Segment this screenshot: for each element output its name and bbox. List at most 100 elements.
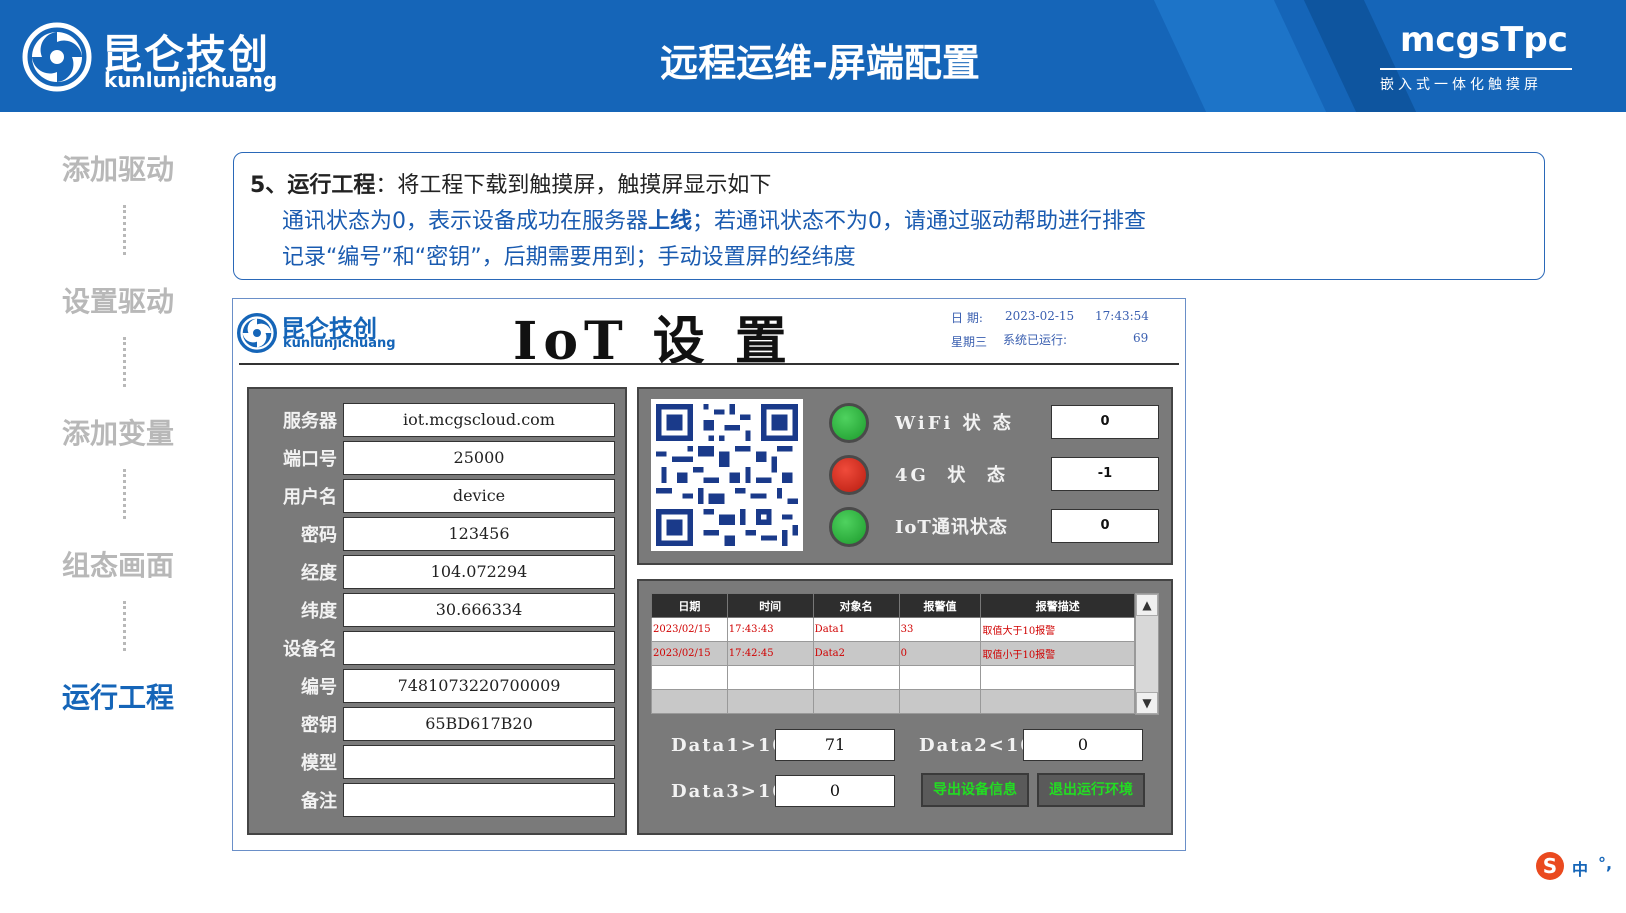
data2-input[interactable]: 0 (1023, 729, 1143, 761)
iot-status-value: 0 (1051, 509, 1159, 543)
column-header: 对象名 (812, 593, 900, 618)
screen-divider (239, 363, 1179, 365)
step-add-driver: 添加驱动 (62, 153, 175, 186)
sogou-ime-icon[interactable]: S (1536, 852, 1564, 880)
screen-logo-en: kunlunjichuang (283, 336, 396, 351)
uptime-label: 系统已运行: (1003, 333, 1068, 347)
field-label: 服务器 (283, 411, 337, 432)
iot-status-label: IoT通讯状态 (895, 517, 1008, 538)
iot-settings-screen: 昆仑技创 kunlunjichuang IoT 设 置 日 期: 2023-02… (232, 298, 1186, 851)
alarm-cell (980, 665, 1135, 690)
alarm-cell (980, 689, 1135, 714)
alarm-table: 日期 时间 对象名 报警值 报警描述 2023/02/15 17:43:43 D… (651, 593, 1135, 714)
field-secret-key: 密钥 65BD617B20 (249, 707, 625, 741)
field-label: 端口号 (283, 449, 337, 470)
longitude-input[interactable]: 104.072294 (343, 555, 615, 589)
port-input[interactable]: 25000 (343, 441, 615, 475)
server-input[interactable]: iot.mcgscloud.com (343, 403, 615, 437)
ime-punctuation[interactable]: °, (1598, 854, 1612, 873)
data2-label: Data2<10 (919, 735, 1035, 756)
table-row[interactable]: 2023/02/15 17:42:45 Data2 0 取值小于10报警 (651, 641, 1135, 666)
field-label: 密钥 (301, 715, 337, 736)
alarm-panel: 日期 时间 对象名 报警值 报警描述 2023/02/15 17:43:43 D… (637, 579, 1173, 835)
instruction-line-2: 通讯状态为0，表示设备成功在服务器上线；若通讯状态不为0，请通过驱动帮助进行排查 (282, 203, 1146, 235)
instruction-line-1: 5、运行工程：将工程下载到触摸屏，触摸屏显示如下 (250, 167, 771, 199)
header-bar: 昆仑技创 kunlunjichuang 远程运维-屏端配置 mcgsTpc 嵌入… (0, 0, 1626, 112)
wifi-status-led-icon (829, 403, 869, 443)
alarm-scrollbar[interactable]: ▲ ▼ (1135, 593, 1159, 715)
brand-tagline: 嵌入式一体化触摸屏 (1380, 77, 1542, 93)
step-separator (123, 469, 126, 519)
alarm-header-row: 日期 时间 对象名 报警值 报警描述 (651, 593, 1135, 618)
step-separator (123, 601, 126, 651)
data3-label: Data3>10 (671, 781, 787, 802)
column-header: 时间 (726, 593, 814, 618)
alarm-cell (726, 665, 814, 690)
serial-number-input[interactable]: 7481073220700009 (343, 669, 615, 703)
field-device-name: 设备名 (249, 631, 625, 665)
device-name-input[interactable] (343, 631, 615, 665)
brand-divider (1380, 68, 1572, 70)
date-value: 2023-02-15 (1005, 309, 1075, 323)
latitude-input[interactable]: 30.666334 (343, 593, 615, 627)
column-header: 报警描述 (980, 593, 1135, 618)
step-separator (123, 205, 126, 255)
field-label: 密码 (301, 525, 337, 546)
password-input[interactable]: 123456 (343, 517, 615, 551)
username-input[interactable]: device (343, 479, 615, 513)
instruction-text: ：将工程下载到触摸屏，触摸屏显示如下 (375, 173, 772, 198)
slide: 昆仑技创 kunlunjichuang 远程运维-屏端配置 mcgsTpc 嵌入… (0, 0, 1626, 913)
scroll-down-icon[interactable]: ▼ (1136, 692, 1158, 714)
time-value: 17:43:54 (1095, 309, 1149, 323)
field-label: 设备名 (283, 639, 337, 660)
4g-status-value: -1 (1051, 457, 1159, 491)
step-add-variable: 添加变量 (62, 417, 175, 450)
table-row[interactable] (651, 689, 1135, 714)
column-header: 日期 (651, 593, 728, 618)
table-row[interactable] (651, 665, 1135, 690)
instruction-text: 通讯状态为0，表示设备成功在服务器 (282, 209, 648, 234)
column-header: 报警值 (898, 593, 982, 618)
instruction-prefix: 5、 (250, 173, 288, 198)
field-password: 密码 123456 (249, 517, 625, 551)
instruction-step-name: 运行工程 (287, 173, 376, 198)
export-device-info-button[interactable]: 导出设备信息 (921, 773, 1029, 807)
uptime-value: 69 (1133, 331, 1149, 345)
config-panel: 服务器 iot.mcgscloud.com 端口号 25000 用户名 devi… (247, 387, 627, 835)
page-title: 远程运维-屏端配置 (660, 41, 980, 85)
alarm-cell (812, 665, 900, 690)
alarm-cell (898, 665, 982, 690)
field-model: 模型 (249, 745, 625, 779)
field-remark: 备注 (249, 783, 625, 817)
field-label: 编号 (301, 677, 337, 698)
table-row[interactable]: 2023/02/15 17:43:43 Data1 33 取值大于10报警 (651, 617, 1135, 642)
iot-status-led-icon (829, 507, 869, 547)
remark-input[interactable] (343, 783, 615, 817)
date-label: 日 期: (951, 311, 983, 325)
alarm-cell (812, 689, 900, 714)
alarm-cell: 取值大于10报警 (980, 617, 1135, 642)
exit-runtime-button[interactable]: 退出运行环境 (1037, 773, 1145, 807)
alarm-cell: 17:42:45 (726, 641, 814, 666)
4g-status-led-icon (829, 455, 869, 495)
field-port: 端口号 25000 (249, 441, 625, 475)
field-username: 用户名 device (249, 479, 625, 513)
field-label: 用户名 (283, 487, 337, 508)
field-label: 纬度 (301, 601, 337, 622)
ime-language[interactable]: 中 (1572, 856, 1588, 880)
alarm-cell (651, 689, 728, 714)
field-server: 服务器 iot.mcgscloud.com (249, 403, 625, 437)
field-label: 备注 (301, 791, 337, 812)
weekday-value: 星期三 (951, 335, 988, 349)
ime-indicator[interactable]: S 中 °, (1536, 850, 1626, 882)
data1-input[interactable]: 71 (775, 729, 895, 761)
model-input[interactable] (343, 745, 615, 779)
logo-text-en: kunlunjichuang (104, 68, 278, 92)
instruction-box: 5、运行工程：将工程下载到触摸屏，触摸屏显示如下 通讯状态为0，表示设备成功在服… (233, 152, 1545, 280)
secret-key-input[interactable]: 65BD617B20 (343, 707, 615, 741)
step-config-screen: 组态画面 (62, 549, 175, 582)
brand-logo-text: mcgsTpc (1400, 20, 1568, 60)
field-label: 经度 (301, 563, 337, 584)
data3-input[interactable]: 0 (775, 775, 895, 807)
scroll-up-icon[interactable]: ▲ (1136, 594, 1158, 616)
